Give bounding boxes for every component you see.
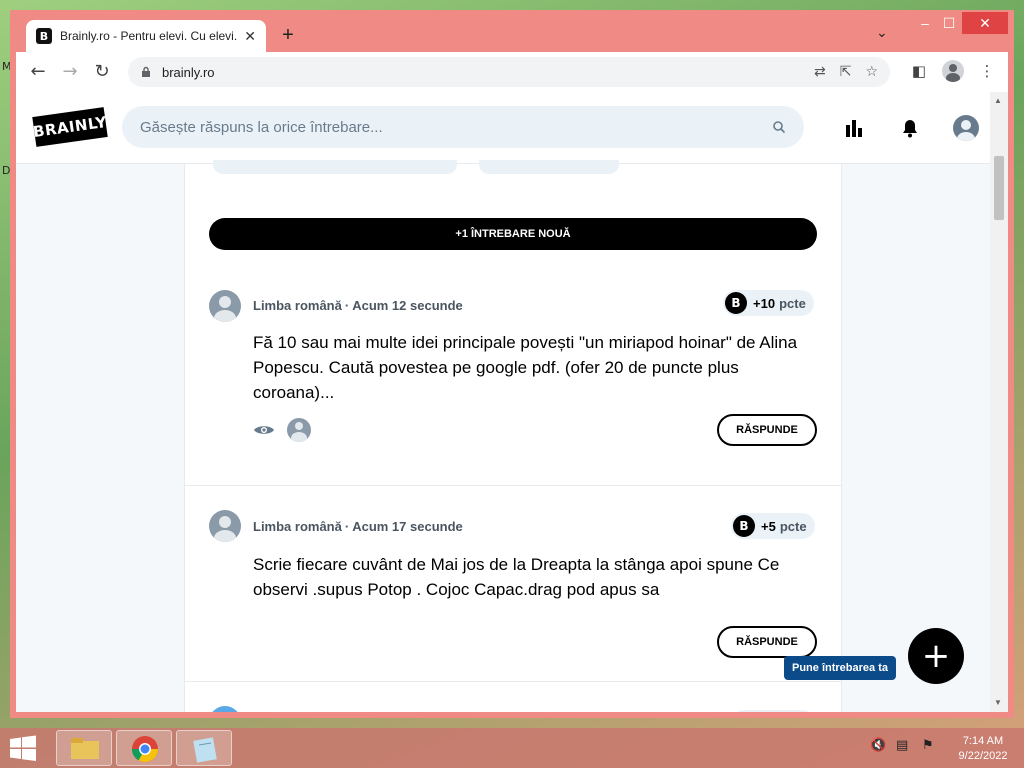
points-value: +5 [761,518,776,534]
answer-button[interactable]: RĂSPUNDE [717,414,817,446]
question-card[interactable]: B [185,682,841,712]
author-avatar[interactable] [209,290,241,322]
author-avatar[interactable] [209,706,241,712]
profile-avatar[interactable] [942,60,964,82]
question-meta: Limba română · Acum 12 secunde [253,298,463,313]
tab-search-chevron-icon[interactable]: ⌄ [876,24,888,41]
tab-strip: B Brainly.ro - Pentru elevi. Cu elevi. ✕… [10,10,1014,52]
author-avatar[interactable] [209,510,241,542]
clock-time: 7:14 AM [962,735,1004,747]
answer-button[interactable]: RĂSPUNDE [717,626,817,658]
network-icon[interactable]: ▤ [896,738,914,756]
points-value: +10 [753,295,776,311]
browser-tab[interactable]: B Brainly.ro - Pentru elevi. Cu elevi. ✕ [26,20,266,52]
action-center-flag-icon[interactable]: ⚑ [922,738,940,756]
scroll-down-icon[interactable]: ▼ [994,698,1002,707]
timestamp: Acum 12 secunde [352,298,463,313]
question-actions [253,418,311,442]
scroll-up-icon[interactable]: ▲ [994,96,1002,105]
system-clock[interactable]: 7:14 AM 9/22/2022 [950,734,1016,764]
user-avatar[interactable] [938,114,994,142]
window-close-icon[interactable]: ✕ [962,12,1008,34]
page-scrollbar[interactable]: ▲ ▼ [990,92,1008,712]
browser-window: B Brainly.ro - Pentru elevi. Cu elevi. ✕… [10,10,1014,718]
windows-start-icon[interactable] [8,734,38,762]
points-unit: pcte [779,295,806,311]
chrome-taskbar-icon[interactable] [116,730,172,766]
new-question-button[interactable]: +1 ÎNTREBARE NOUĂ [209,218,817,250]
subject-label[interactable]: Limba română [253,519,342,534]
brainly-favicon-icon: B [36,28,52,44]
scroll-thumb[interactable] [994,156,1004,220]
search-bar[interactable] [122,106,804,148]
viewer-avatar [287,418,311,442]
tab-close-icon[interactable]: ✕ [244,28,256,45]
volume-muted-icon[interactable]: 🔇 [870,738,888,756]
points-badge: B +5 pcte [731,513,815,539]
file-explorer-taskbar-icon[interactable] [56,730,112,766]
points-badge: B +10 pcte [723,290,814,316]
question-card[interactable]: Limba română · Acum 12 secunde B +10 pcte … [185,268,841,486]
bookmark-star-icon[interactable]: ☆ [865,64,878,80]
reload-icon[interactable]: ↻ [88,58,116,86]
question-card[interactable]: Limba română · Acum 17 secunde B +5 pcte S… [185,486,841,682]
menu-kebab-icon[interactable]: ⋮ [976,60,998,82]
notification-bell-icon[interactable] [882,114,938,142]
question-text[interactable]: Scrie fiecare cuvânt de Mai jos de la Dr… [253,552,823,602]
avatar-icon [953,115,979,141]
side-panel-icon[interactable]: ◧ [908,60,930,82]
search-icon[interactable] [772,120,786,134]
url-text: brainly.ro [162,64,215,80]
tab-title: Brainly.ro - Pentru elevi. Cu elevi. [60,29,238,43]
filter-pill[interactable] [213,160,457,174]
ask-question-button[interactable]: + [908,628,964,684]
ask-question-tooltip: Pune întrebarea ta [784,656,896,680]
points-unit: pcte [779,518,807,534]
filter-pill[interactable] [479,160,619,174]
forward-arrow-icon[interactable]: → [56,58,84,86]
browser-toolbar: ← → ↻ brainly.ro ⇄ ⇱ ☆ ◧ ⋮ [16,52,1008,92]
question-meta: Limba română · Acum 17 secunde [253,519,463,534]
brainly-points-icon: B [733,515,755,537]
share-icon[interactable]: ⇱ [840,64,852,80]
translate-icon[interactable]: ⇄ [814,64,826,80]
brainly-logo[interactable]: BRAINLY [32,107,108,147]
question-text[interactable]: Fă 10 sau mai multe idei principale pove… [253,330,823,405]
subject-label[interactable]: Limba română [253,298,342,313]
lock-icon [142,66,150,77]
timestamp: Acum 17 secunde [352,519,463,534]
brainly-points-icon: B [725,292,747,314]
search-input[interactable] [140,118,772,136]
back-arrow-icon[interactable]: ← [24,58,52,86]
new-tab-icon[interactable]: + [276,24,300,48]
taskbar: 🔇 ▤ ⚑ 7:14 AM 9/22/2022 [0,728,1024,768]
maximize-icon[interactable]: ☐ [934,12,964,34]
page-viewport: BRAINLY +1 ÎNTREBARE NOUĂ [16,92,1008,712]
question-feed: +1 ÎNTREBARE NOUĂ Limba română · Acum 12 s… [184,160,842,712]
address-bar[interactable]: brainly.ro ⇄ ⇱ ☆ [128,57,890,87]
site-header: BRAINLY [16,92,990,164]
points-badge: B [731,710,815,712]
clock-date: 9/22/2022 [958,750,1008,762]
notepad-taskbar-icon[interactable] [176,730,232,766]
eye-icon [254,426,274,434]
ranking-chart-icon[interactable] [826,114,882,142]
